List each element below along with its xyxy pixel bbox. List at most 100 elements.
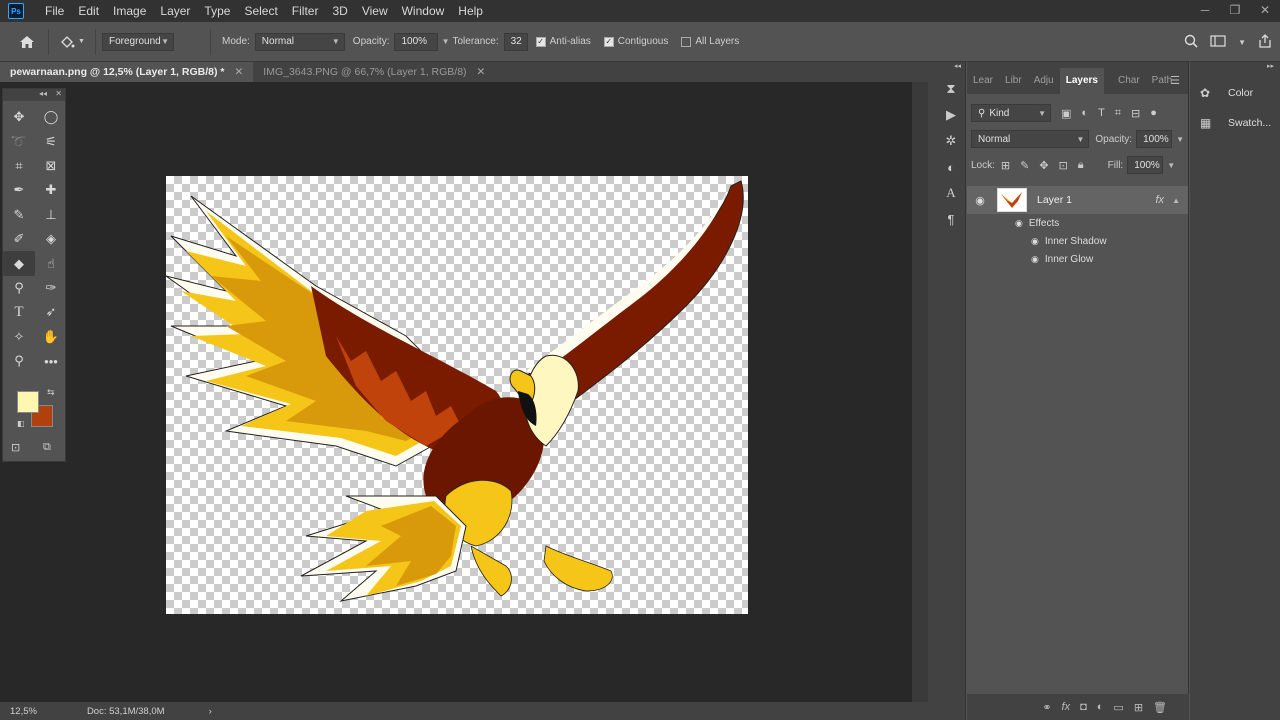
trash-icon[interactable]: 🗑︎ xyxy=(1153,701,1167,714)
tab-learn[interactable]: Lear xyxy=(967,68,999,94)
screen-mode-icon[interactable]: ⧉ xyxy=(43,441,51,454)
swatches-panel-button[interactable]: ▦ Swatch... xyxy=(1190,110,1280,136)
layer-name[interactable]: Layer 1 xyxy=(1037,194,1072,206)
more-tools-icon[interactable]: ••• xyxy=(35,349,67,373)
eye-icon[interactable]: ◉ xyxy=(1031,236,1039,247)
tab-layers[interactable]: Layers xyxy=(1059,68,1104,94)
document-canvas[interactable] xyxy=(166,176,748,614)
menu-filter[interactable]: Filter xyxy=(285,0,326,22)
paragraph-icon[interactable]: ¶ xyxy=(936,206,966,232)
menu-view[interactable]: View xyxy=(355,0,395,22)
adjustment-layer-icon[interactable]: ◐ xyxy=(1097,701,1104,713)
close-icon[interactable]: ✕ xyxy=(1250,0,1280,20)
eye-icon[interactable]: ◉ xyxy=(1015,218,1023,229)
marquee-tool-icon[interactable]: ◯ xyxy=(35,105,67,129)
tab-adjustments[interactable]: Adju xyxy=(1028,68,1060,94)
kind-filter-select[interactable]: ⚲ Kind ▼ xyxy=(971,104,1051,122)
expand-icon[interactable]: ▸▸ xyxy=(1190,62,1280,76)
fill-input[interactable]: 100% xyxy=(1127,156,1164,174)
chevron-down-icon[interactable]: ▼ xyxy=(1238,38,1246,47)
type-filter-icon[interactable]: T xyxy=(1098,107,1105,119)
properties-icon[interactable]: ✲ xyxy=(936,128,966,154)
menu-type[interactable]: Type xyxy=(197,0,237,22)
all-layers-checkbox[interactable] xyxy=(681,36,692,47)
type-tool-icon[interactable]: T xyxy=(3,300,35,324)
add-mask-icon[interactable]: ◘ xyxy=(1080,701,1087,713)
chevron-up-icon[interactable]: ▲ xyxy=(1172,196,1180,205)
lock-transparent-icon[interactable]: ⊞ xyxy=(1001,159,1010,172)
lock-position-icon[interactable]: ✥ xyxy=(1039,159,1048,172)
chevron-down-icon[interactable]: ▼ xyxy=(442,37,450,46)
collapse-icon[interactable]: ◂◂ xyxy=(39,89,47,98)
blend-mode-select[interactable]: Normal ▼ xyxy=(971,130,1090,148)
link-layers-icon[interactable]: ⚭ xyxy=(1042,701,1051,714)
stamp-tool-icon[interactable]: ⊥ xyxy=(35,203,67,227)
menu-file[interactable]: File xyxy=(38,0,71,22)
menu-select[interactable]: Select xyxy=(237,0,284,22)
pixel-filter-icon[interactable]: ▣ xyxy=(1061,107,1071,120)
menu-layer[interactable]: Layer xyxy=(153,0,197,22)
menu-window[interactable]: Window xyxy=(395,0,452,22)
default-colors-icon[interactable]: ◧ xyxy=(17,419,25,428)
toolbox-header[interactable]: ◂◂ ✕ xyxy=(3,89,65,101)
filter-toggle-icon[interactable]: ● xyxy=(1150,107,1157,119)
chevron-right-icon[interactable]: › xyxy=(209,706,212,717)
eye-icon[interactable]: ◉ xyxy=(967,194,993,207)
lasso-tool-icon[interactable]: ➰ xyxy=(3,129,35,153)
fill-source-select[interactable]: Foreground ▼ xyxy=(102,32,174,51)
fx-icon[interactable]: fx xyxy=(1062,701,1071,713)
contiguous-checkbox[interactable]: ✓ xyxy=(603,36,614,47)
history-brush-tool-icon[interactable]: ✐ xyxy=(3,227,35,251)
eyedropper-tool-icon[interactable]: ✒ xyxy=(3,178,35,202)
history-icon[interactable]: ⧗ xyxy=(936,76,966,102)
menu-help[interactable]: Help xyxy=(451,0,490,22)
lock-artboard-icon[interactable]: ⊡ xyxy=(1059,159,1068,172)
vertical-scrollbar[interactable] xyxy=(912,82,928,702)
antialias-checkbox[interactable]: ✓ xyxy=(535,36,546,47)
search-icon[interactable] xyxy=(1184,34,1198,51)
close-icon[interactable]: ✕ xyxy=(55,89,62,98)
smart-object-filter-icon[interactable]: ⊟ xyxy=(1131,107,1140,120)
new-group-icon[interactable]: ▭ xyxy=(1113,701,1123,714)
paint-bucket-tool-icon[interactable]: ◆ xyxy=(3,251,35,276)
menu-image[interactable]: Image xyxy=(106,0,153,22)
shape-filter-icon[interactable]: ⌗ xyxy=(1115,107,1121,120)
workspace-icon[interactable] xyxy=(1210,34,1226,50)
lock-all-icon[interactable]: 🔒︎ xyxy=(1078,159,1084,172)
brush-tool-icon[interactable]: ✎ xyxy=(3,203,35,227)
zoom-tool-icon[interactable]: ⚲ xyxy=(3,349,35,373)
eraser-tool-icon[interactable]: ◈ xyxy=(35,227,67,251)
tab-character[interactable]: Char xyxy=(1112,68,1146,94)
effect-row[interactable]: ◉ Inner Glow xyxy=(967,250,1188,268)
adjustment-filter-icon[interactable]: ◐ xyxy=(1081,107,1088,119)
actions-icon[interactable]: ▶ xyxy=(936,102,966,128)
effects-row[interactable]: ◉ Effects xyxy=(967,214,1188,232)
share-icon[interactable] xyxy=(1258,33,1272,51)
crop-tool-icon[interactable]: ⌗ xyxy=(3,154,35,178)
lock-pixels-icon[interactable]: ✎ xyxy=(1020,159,1029,172)
frame-tool-icon[interactable]: ⊠ xyxy=(35,154,67,178)
opacity-input[interactable]: 100% ▼ xyxy=(394,32,449,51)
foreground-color-swatch[interactable] xyxy=(17,391,39,413)
panel-menu-icon[interactable]: ☰ xyxy=(1170,74,1180,87)
hand-tool-icon[interactable]: ✋ xyxy=(35,325,67,349)
home-icon[interactable] xyxy=(12,35,42,49)
mode-select[interactable]: Normal ▼ xyxy=(254,32,345,51)
chevron-down-icon[interactable]: ▼ xyxy=(1176,135,1184,144)
pen-tool-icon[interactable]: ✑ xyxy=(35,276,67,300)
quick-select-tool-icon[interactable]: ⚟ xyxy=(35,129,67,153)
menu-edit[interactable]: Edit xyxy=(71,0,106,22)
restore-icon[interactable]: ❐ xyxy=(1220,0,1250,20)
tab-libraries[interactable]: Libr xyxy=(999,68,1028,94)
quick-mask-icon[interactable]: ⊡ xyxy=(11,441,20,454)
minimize-icon[interactable]: ─ xyxy=(1190,0,1220,20)
smudge-tool-icon[interactable]: ☝ xyxy=(35,251,67,275)
tab-img-3643[interactable]: IMG_3643.PNG @ 66,7% (Layer 1, RGB/8) ✕ xyxy=(253,62,496,82)
layer-opacity-input[interactable]: 100% xyxy=(1136,130,1173,148)
adjustments-icon[interactable]: ◐ xyxy=(936,154,966,180)
move-tool-icon[interactable]: ✥ xyxy=(3,105,35,129)
menu-3d[interactable]: 3D xyxy=(325,0,354,22)
chevron-down-icon[interactable]: ▼ xyxy=(1167,161,1175,170)
tab-pewarnaan[interactable]: pewarnaan.png @ 12,5% (Layer 1, RGB/8) *… xyxy=(0,62,254,82)
swap-colors-icon[interactable]: ⇆ xyxy=(47,387,55,398)
